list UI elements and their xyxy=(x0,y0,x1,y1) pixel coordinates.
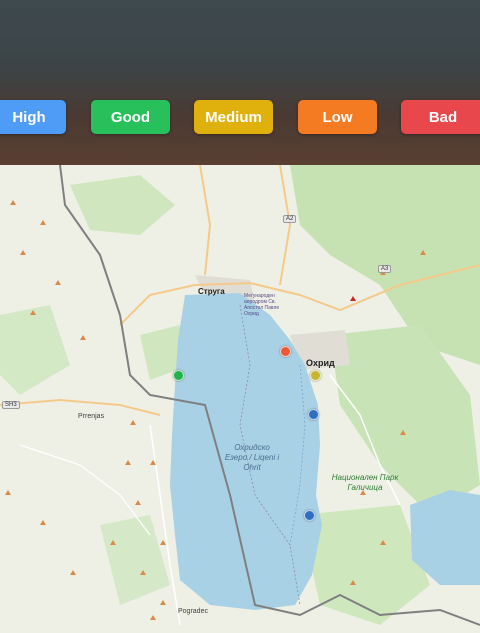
ohrid-label: Охрид xyxy=(306,358,335,368)
filter-bad-label: Bad xyxy=(428,108,458,126)
filter-low-label: Low xyxy=(322,108,353,126)
filter-bad-button[interactable]: Bad xyxy=(401,100,480,134)
lake-label: Охридско Езеро / Liqeni i Ohrit xyxy=(224,443,280,472)
road-a3-shield: A3 xyxy=(378,265,392,273)
filter-good-label: Good xyxy=(110,108,151,126)
filter-high-button[interactable]: High xyxy=(0,100,66,134)
marker-yellow[interactable] xyxy=(310,370,321,381)
filter-medium-label: Medium xyxy=(205,108,262,126)
filter-good-button[interactable]: Good xyxy=(91,100,170,134)
park-label: Национален Парк Галичица xyxy=(331,473,399,492)
marker-green[interactable] xyxy=(173,370,184,381)
prrenjas-label: Prrenjas xyxy=(78,413,105,420)
filter-medium-button[interactable]: Medium xyxy=(194,100,273,134)
marker-blue-2[interactable] xyxy=(304,510,315,521)
map-view[interactable]: Струга Охрид Pogradec Prrenjas Меѓународ… xyxy=(0,165,480,633)
road-a2-shield: A2 xyxy=(283,215,297,223)
map-tiles xyxy=(0,165,480,626)
road-sh3-shield: SH3 xyxy=(2,401,20,409)
filter-low-button[interactable]: Low xyxy=(298,100,377,134)
filter-high-label: High xyxy=(12,108,46,126)
header-background: High Good Medium Low Bad xyxy=(0,0,480,165)
airport-label: Меѓународен аеродром Св. Апостол Павле О… xyxy=(244,293,280,317)
marker-blue-1[interactable] xyxy=(308,409,319,420)
marker-red[interactable] xyxy=(280,346,291,357)
pogradec-label: Pogradec xyxy=(178,608,208,615)
struga-label: Струга xyxy=(198,287,225,296)
